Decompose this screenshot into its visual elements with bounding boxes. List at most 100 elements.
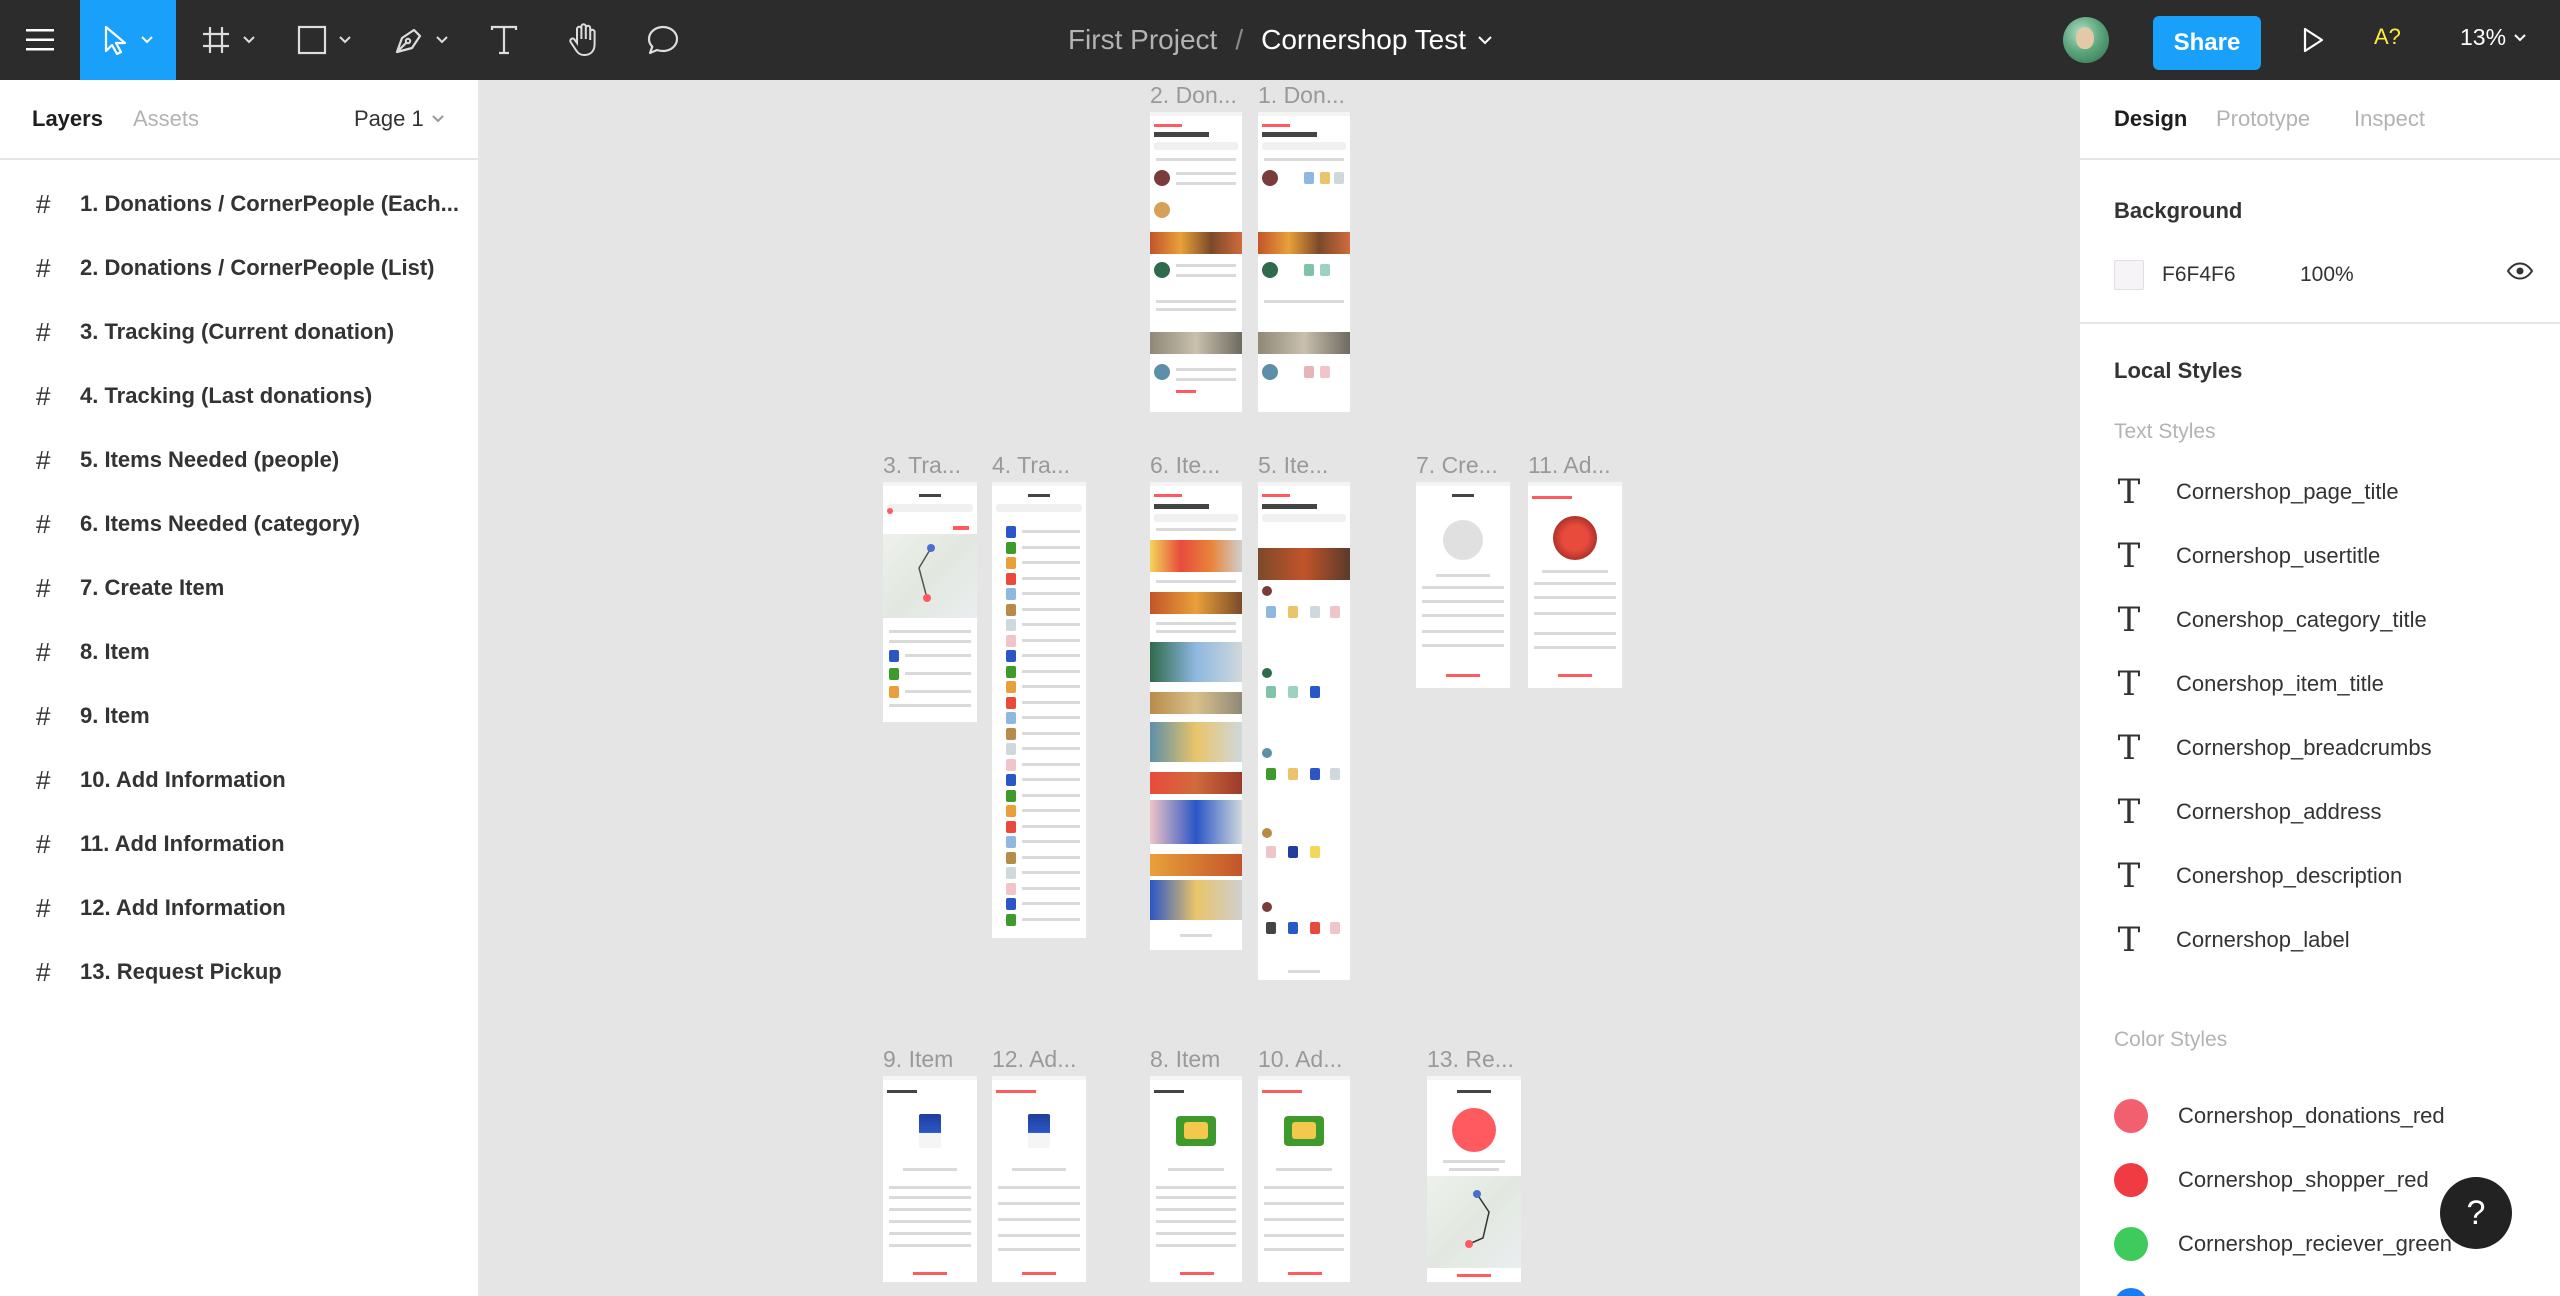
frame-add-information-10[interactable]: 10. Ad... [1258, 1046, 1350, 1282]
frame-items-needed-category[interactable]: 6. Ite... [1150, 452, 1242, 950]
layer-row[interactable]: #12. Add Information [0, 876, 478, 940]
text-style-icon: T [2117, 472, 2141, 512]
layer-row[interactable]: #8. Item [0, 620, 478, 684]
text-style-row[interactable]: T Cornershop_label [2114, 920, 2350, 960]
avatar[interactable] [2063, 17, 2109, 63]
layer-label: 8. Item [80, 639, 150, 664]
frame-tracking-current[interactable]: 3. Tra... [883, 452, 977, 722]
layer-label: 4. Tracking (Last donations) [80, 383, 373, 408]
frame-add-information-12[interactable]: 12. Ad... [992, 1046, 1086, 1282]
eye-icon[interactable] [2506, 262, 2534, 280]
layer-label: 5. Items Needed (people) [80, 447, 340, 472]
color-style-row[interactable]: Cornershop_reciever_green [2114, 1224, 2452, 1264]
comment-icon [647, 25, 679, 55]
missing-fonts-indicator[interactable]: A? [2374, 24, 2401, 50]
layer-row[interactable]: #11. Add Information [0, 812, 478, 876]
preview-product [1006, 789, 1016, 802]
frame-label: 6. Ite... [1150, 452, 1221, 478]
color-style-row[interactable]: Cornershop_donations_red [2114, 1096, 2445, 1136]
text-style-row[interactable]: T Conershop_item_title [2114, 664, 2384, 704]
pen-tool-button[interactable] [376, 0, 466, 80]
color-style-name: Cornershop_shopper_red [2178, 1167, 2429, 1192]
frame-item-9[interactable]: 9. Item [883, 1046, 977, 1282]
background-opacity[interactable]: 100% [2300, 263, 2354, 287]
frame-items-needed-people[interactable]: 5. Ite... [1258, 452, 1350, 980]
frame-preview [1150, 482, 1242, 950]
preview-product [1006, 727, 1016, 740]
help-button[interactable]: ? [2440, 1177, 2512, 1249]
local-styles-title: Local Styles [2114, 358, 2243, 383]
preview-product [1006, 588, 1016, 600]
frame-tracking-last[interactable]: 4. Tra... [992, 452, 1086, 938]
tab-layers[interactable]: Layers [32, 106, 103, 132]
preview-row [1022, 762, 1080, 766]
text-style-row[interactable]: T Conershop_description [2114, 856, 2403, 896]
color-style-swatch-partial[interactable] [2114, 1288, 2148, 1296]
text-style-row[interactable]: T Conershop_category_title [2114, 600, 2427, 640]
layer-row[interactable]: #13. Request Pickup [0, 940, 478, 1004]
canvas[interactable]: 2. Don... 1. Don... 3. Tra... 4. Tra... … [480, 80, 2078, 1296]
text-style-row[interactable]: T Cornershop_breadcrumbs [2114, 728, 2432, 768]
preview-product [1006, 619, 1016, 631]
layer-row[interactable]: #3. Tracking (Current donation) [0, 300, 478, 364]
tab-inspect[interactable]: Inspect [2354, 106, 2425, 132]
present-button[interactable] [2293, 20, 2333, 60]
zoom-menu[interactable]: 13% [2460, 24, 2526, 51]
preview-row [1022, 917, 1080, 921]
text-style-name: Cornershop_usertitle [2176, 543, 2381, 568]
layer-row[interactable]: #1. Donations / CornerPeople (Each... [0, 172, 478, 236]
shape-tool-button[interactable] [280, 0, 368, 80]
frame-preview [1427, 1076, 1521, 1282]
text-style-row[interactable]: T Cornershop_page_title [2114, 472, 2399, 512]
frame-add-information-11[interactable]: 11. Ad... [1528, 452, 1622, 688]
text-style-row[interactable]: T Cornershop_address [2114, 792, 2382, 832]
layer-row[interactable]: #6. Items Needed (category) [0, 492, 478, 556]
layer-row[interactable]: #2. Donations / CornerPeople (List) [0, 236, 478, 300]
layer-row[interactable]: #10. Add Information [0, 748, 478, 812]
text-tool-button[interactable] [474, 0, 534, 80]
frame-preview [992, 482, 1086, 938]
frame-tool-button[interactable] [184, 0, 272, 80]
preview-row [1022, 809, 1080, 812]
play-icon [2303, 27, 2324, 53]
frame-donations-list[interactable]: 2. Don... [1150, 82, 1242, 412]
text-style-name: Cornershop_label [2176, 927, 2350, 952]
frame-item-8[interactable]: 8. Item [1150, 1046, 1242, 1282]
project-name[interactable]: First Project [1068, 24, 1217, 56]
page-name: Page 1 [354, 106, 424, 131]
layer-row[interactable]: #5. Items Needed (people) [0, 428, 478, 492]
tab-design[interactable]: Design [2114, 106, 2187, 132]
preview-row [1022, 576, 1080, 580]
layer-list: #1. Donations / CornerPeople (Each... #2.… [0, 160, 478, 1004]
preview-row [1022, 638, 1080, 642]
color-style-row[interactable]: Cornershop_shopper_red [2114, 1160, 2429, 1200]
main-menu-button[interactable] [0, 0, 80, 80]
layer-row[interactable]: #9. Item [0, 684, 478, 748]
background-swatch[interactable] [2114, 260, 2144, 290]
comment-tool-button[interactable] [632, 0, 694, 80]
layer-label: 11. Add Information [80, 831, 285, 856]
layer-row[interactable]: #4. Tracking (Last donations) [0, 364, 478, 428]
background-hex[interactable]: F6F4F6 [2162, 263, 2236, 287]
preview-product [1006, 634, 1016, 647]
hand-tool-button[interactable] [553, 0, 615, 80]
layer-label: 1. Donations / CornerPeople (Each... [80, 191, 459, 216]
zoom-value: 13% [2460, 24, 2507, 50]
file-name[interactable]: Cornershop Test [1261, 24, 1466, 56]
frame-create-item[interactable]: 7. Cre... [1416, 452, 1510, 688]
layer-row[interactable]: #7. Create Item [0, 556, 478, 620]
page-selector[interactable]: Page 1 [354, 106, 444, 132]
chevron-down-icon[interactable] [1478, 35, 1492, 45]
frame-request-pickup[interactable]: 13. Re... [1427, 1046, 1521, 1282]
tab-assets[interactable]: Assets [133, 106, 199, 132]
color-style-name: Cornershop_donations_red [2178, 1103, 2445, 1128]
preview-product [1006, 572, 1016, 585]
text-style-icon: T [2117, 728, 2141, 768]
text-style-row[interactable]: T Cornershop_usertitle [2114, 536, 2381, 576]
share-button[interactable]: Share [2153, 16, 2261, 70]
pen-icon [395, 28, 422, 54]
preview-row [1022, 731, 1080, 735]
frame-donations-each[interactable]: 1. Don... [1258, 82, 1350, 412]
move-tool-button[interactable] [80, 0, 176, 80]
tab-prototype[interactable]: Prototype [2216, 106, 2310, 132]
